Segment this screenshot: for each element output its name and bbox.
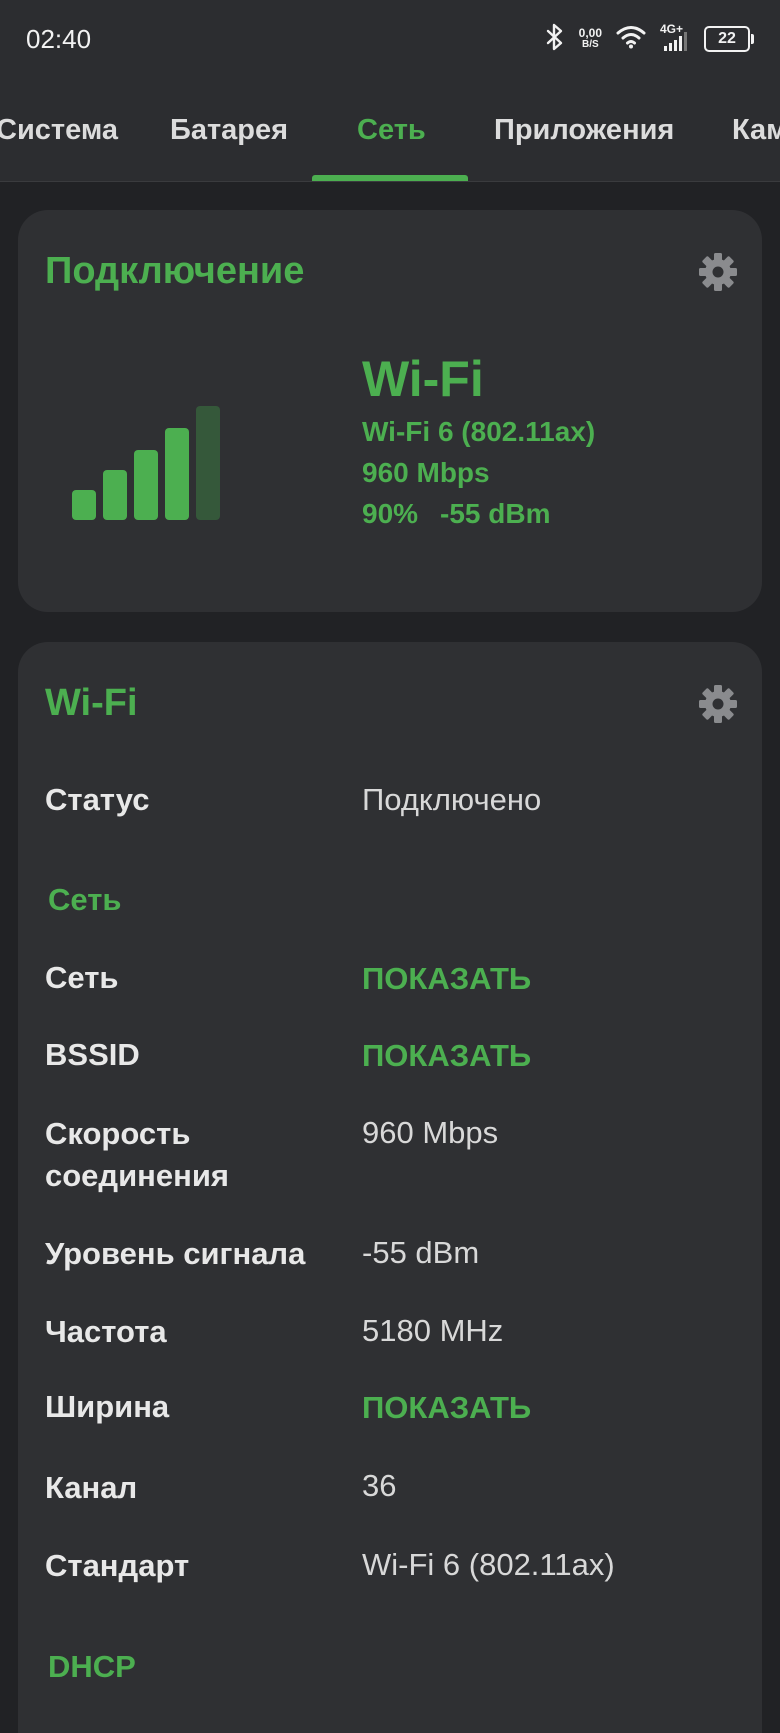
- section-dhcp-header: DHCP: [48, 1649, 136, 1684]
- frequency-value: 5180 MHz: [362, 1313, 504, 1348]
- signal-level-label: Уровень сигнала: [45, 1236, 306, 1271]
- wifi-icon: [616, 25, 646, 54]
- signal-bar: [103, 470, 127, 520]
- tab-bar: Система Батарея Сеть Приложения Кам: [0, 80, 780, 182]
- network-show-button[interactable]: ПОКАЗАТЬ: [362, 958, 531, 1000]
- status-value: Подключено: [362, 782, 542, 817]
- battery-level: 22: [718, 30, 736, 47]
- connection-card-title: Подключение: [45, 250, 305, 292]
- width-label: Ширина: [45, 1389, 170, 1424]
- gear-icon[interactable]: [698, 252, 738, 292]
- bluetooth-icon: [545, 23, 565, 56]
- section-network-header: Сеть: [48, 882, 122, 917]
- net-speed-unit: B/S: [581, 39, 599, 50]
- active-tab-indicator: [312, 175, 468, 181]
- tab-network[interactable]: Сеть: [357, 114, 426, 147]
- link-speed-value: 960 Mbps: [362, 1115, 499, 1150]
- standard-label: Стандарт: [45, 1548, 190, 1583]
- connection-signal-percent: 90%: [362, 498, 419, 529]
- channel-value: 36: [362, 1468, 397, 1503]
- signal-bar: [165, 428, 189, 520]
- tab-apps[interactable]: Приложения: [494, 114, 674, 147]
- frequency-label: Частота: [45, 1314, 167, 1349]
- status-time: 02:40: [26, 24, 92, 54]
- signal-bar: [134, 450, 158, 520]
- connection-standard: Wi-Fi 6 (802.11ax): [362, 416, 596, 447]
- tab-battery[interactable]: Батарея: [170, 114, 288, 147]
- net-speed-value: 0,00: [578, 26, 602, 40]
- link-speed-label: Скорость соединения: [45, 1116, 229, 1193]
- battery-icon: 22: [704, 26, 754, 52]
- signal-level-value: -55 dBm: [362, 1235, 480, 1270]
- status-label: Статус: [45, 782, 150, 817]
- width-show-button[interactable]: ПОКАЗАТЬ: [362, 1387, 531, 1429]
- wifi-card-title: Wi-Fi: [45, 682, 138, 724]
- status-icons: 0,00 B/S 4G+ 22: [545, 22, 754, 56]
- net-speed-indicator: 0,00 B/S: [579, 27, 602, 51]
- wifi-card: Wi-Fi Статус Подключено Сеть Сеть ПОКАЗА…: [18, 642, 762, 1733]
- bssid-label: BSSID: [45, 1037, 140, 1072]
- standard-value: Wi-Fi 6 (802.11ax): [362, 1547, 615, 1582]
- tab-camera[interactable]: Кам: [732, 114, 780, 147]
- connection-type: Wi-Fi: [362, 351, 484, 407]
- signal-bar: [196, 406, 220, 520]
- gear-icon[interactable]: [698, 684, 738, 724]
- bssid-show-button[interactable]: ПОКАЗАТЬ: [362, 1035, 531, 1077]
- signal-bar: [72, 490, 96, 520]
- tab-system[interactable]: Система: [0, 114, 118, 147]
- status-bar: 02:40 0,00 B/S 4G+ 22: [0, 0, 780, 80]
- network-label: Сеть: [45, 960, 119, 995]
- signal-strength-icon: [72, 380, 232, 525]
- connection-card: Подключение Wi-Fi Wi-Fi 6 (802.11ax) 960…: [18, 210, 762, 612]
- connection-speed: 960 Mbps: [362, 457, 490, 488]
- connection-signal-dbm: -55 dBm: [440, 498, 551, 529]
- channel-label: Канал: [45, 1470, 138, 1505]
- cell-signal-icon: 4G+: [660, 22, 690, 54]
